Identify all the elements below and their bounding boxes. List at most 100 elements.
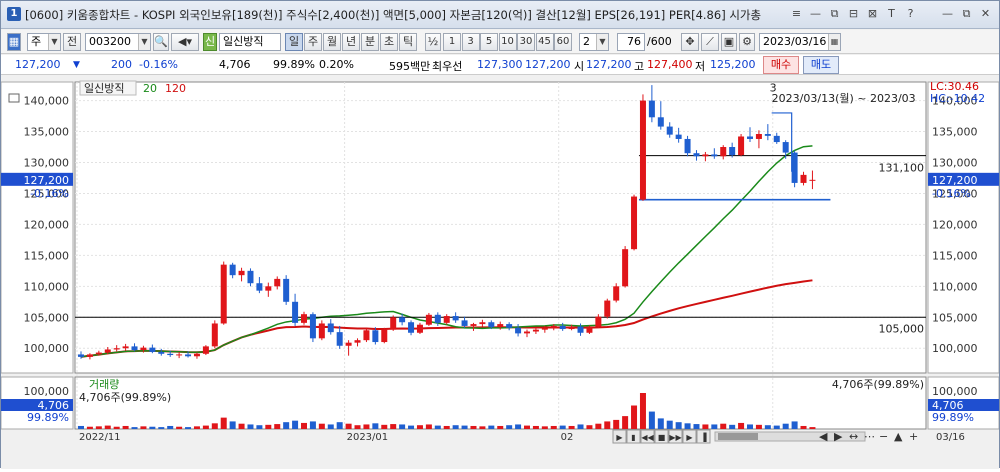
grid-icon[interactable]: ▦ xyxy=(7,33,21,51)
interval-button[interactable]: 1 xyxy=(443,33,461,51)
volume-bar xyxy=(773,425,780,429)
volume-bar xyxy=(657,418,664,429)
volume-bar xyxy=(309,421,316,429)
volume-bar xyxy=(256,425,263,429)
zoom-tool-icon[interactable]: ↔ xyxy=(849,430,858,443)
support-label: 105,000 xyxy=(879,322,925,335)
zoom-tool-icon[interactable]: ⋯ xyxy=(864,430,875,443)
volume-bar xyxy=(541,426,548,429)
count-total: /600 xyxy=(647,35,672,48)
interval-select[interactable]: 2 ▼ xyxy=(579,33,609,51)
window-button[interactable]: ? xyxy=(903,6,918,21)
line-tool-icon[interactable]: ⟋ xyxy=(701,33,719,51)
candle-body xyxy=(434,314,441,323)
toolbar: ▦ 주 ▼ 전 003200 ▼ 🔍 ◀▾ 신 일신방직 일주월년분초틱 ½ 135… xyxy=(1,30,999,54)
market-select[interactable]: 주 ▼ xyxy=(27,33,61,51)
period-tab[interactable]: 년 xyxy=(342,33,360,51)
period-tab[interactable]: 월 xyxy=(323,33,341,51)
save-icon[interactable]: ▣ xyxy=(721,33,737,51)
volume-bar xyxy=(301,422,307,429)
volume-bar xyxy=(176,426,183,429)
prev-button[interactable]: 전 xyxy=(63,33,81,51)
volume-bar xyxy=(381,424,388,429)
volume-bar xyxy=(738,422,745,429)
candle-body xyxy=(524,331,530,334)
volume-bar xyxy=(238,423,245,429)
volume-bar xyxy=(434,425,441,429)
volume-bar xyxy=(202,425,209,429)
price-tag-left-text: 127,200 xyxy=(24,174,70,187)
candle-body xyxy=(702,154,709,157)
interval-button[interactable]: 30 xyxy=(517,33,535,51)
interval-button[interactable]: 5 xyxy=(480,33,498,51)
fraction-button[interactable]: ½ xyxy=(425,33,441,51)
candle-body xyxy=(274,278,281,287)
interval-button[interactable]: 3 xyxy=(461,33,480,51)
chevron-down-icon: ▼ xyxy=(48,34,60,50)
interval-button[interactable]: 60 xyxy=(554,33,572,51)
volume-bar xyxy=(185,427,192,429)
price-tag-right-text: 127,200 xyxy=(932,174,978,187)
volume-bar xyxy=(568,425,575,429)
window-button[interactable]: ⧉ xyxy=(959,6,974,21)
candle-body xyxy=(193,353,200,357)
y-tick-label-right: 100,000 xyxy=(932,342,978,355)
volume-bar xyxy=(167,425,174,429)
window-button[interactable]: ⊟ xyxy=(846,6,861,21)
calendar-icon[interactable]: ▦ xyxy=(828,34,840,50)
quote-vol-ratio: 99.89% xyxy=(273,58,315,71)
volume-bar xyxy=(684,423,691,429)
sell-button[interactable]: 매도 xyxy=(803,56,839,74)
window-button[interactable]: ⊠ xyxy=(865,6,880,21)
candle-body xyxy=(595,316,602,327)
volume-bar xyxy=(488,425,495,429)
period-tab[interactable]: 분 xyxy=(361,33,379,51)
zoom-tool-icon[interactable]: ◀ xyxy=(819,430,828,443)
zoom-tool-icon[interactable]: ▶ xyxy=(834,430,843,443)
zoom-tool-icon[interactable]: + xyxy=(909,430,918,443)
buy-button[interactable]: 매수 xyxy=(763,56,799,74)
candle-body xyxy=(78,354,84,357)
search-icon[interactable]: 🔍 xyxy=(153,33,169,51)
period-tab[interactable]: 초 xyxy=(380,33,398,51)
window-button[interactable]: T xyxy=(884,6,899,21)
interval-button[interactable]: 10 xyxy=(498,33,517,51)
zoom-tool-icon[interactable]: − xyxy=(879,430,888,443)
indicator-icon[interactable]: ✥ xyxy=(681,33,699,51)
volume-bar xyxy=(648,411,655,429)
count-input[interactable]: 76 xyxy=(617,33,645,51)
candle-body xyxy=(809,179,816,181)
scrollbar-thumb[interactable] xyxy=(718,433,758,440)
window-button[interactable]: — xyxy=(940,6,955,21)
date-input[interactable]: 2023/03/16 ▦ xyxy=(759,33,841,51)
candle-body xyxy=(559,325,566,330)
volume-ytick: 100,000 xyxy=(24,385,70,398)
candle-body xyxy=(336,332,343,346)
sound-icon[interactable]: ◀▾ xyxy=(171,33,199,51)
volume-bar xyxy=(95,426,102,429)
volume-bar xyxy=(604,421,611,429)
window-button[interactable]: ≡ xyxy=(789,6,804,21)
period-tab[interactable]: 틱 xyxy=(399,33,417,51)
gear-icon[interactable]: ⚙ xyxy=(739,33,755,51)
window-button[interactable]: — xyxy=(808,6,823,21)
candle-body xyxy=(238,270,245,276)
quote-bar: 127,200 ▼ 200 -0.16% 4,706 99.89% 0.20% … xyxy=(1,55,999,75)
code-input[interactable]: 003200 ▼ xyxy=(85,33,151,51)
zoom-tool-icon[interactable]: ▲ xyxy=(894,430,903,443)
period-tab[interactable]: 일 xyxy=(285,33,303,51)
period-tab[interactable]: 주 xyxy=(304,33,322,51)
volume-bar xyxy=(193,426,200,429)
candle-body xyxy=(283,278,290,302)
volume-bar xyxy=(532,425,539,429)
interval-button[interactable]: 45 xyxy=(535,33,554,51)
price-chart[interactable]: 100,000 100,000 105,000 105,000 110,000 110,0… xyxy=(0,77,1000,469)
window-title: [0600] 키움종합차트 - KOSPI 외국인보유[189(천)] 주식수[… xyxy=(25,8,762,22)
y-tick-label: 120,000 xyxy=(24,218,70,231)
window-button[interactable]: ⧉ xyxy=(827,6,842,21)
volume-bar xyxy=(78,425,84,429)
candle-body xyxy=(122,346,129,349)
window-button[interactable]: ✕ xyxy=(978,6,993,21)
candle-body xyxy=(247,270,254,284)
window-number-icon[interactable]: 1 xyxy=(7,7,21,21)
